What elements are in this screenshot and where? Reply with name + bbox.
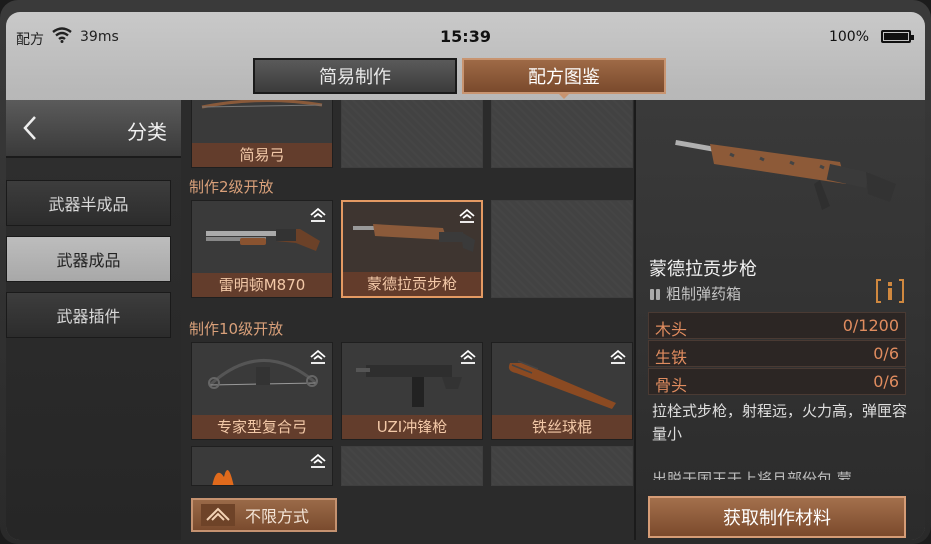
recipe-name: 蒙德拉贡步枪 [649, 259, 757, 280]
tab-label: 简易制作 [319, 67, 391, 88]
section-title-level10: 制作10级开放 [189, 320, 284, 338]
house-lock-icon [310, 207, 326, 222]
material-row: 骨头 0/6 [648, 368, 906, 395]
bow-icon [201, 100, 323, 109]
material-qty: 0/1200 [842, 316, 899, 335]
house-lock-icon [310, 349, 326, 364]
battery-icon [881, 30, 914, 43]
ammo-icon [650, 289, 660, 300]
recipe-remington-m870[interactable]: 雷明顿M870 [191, 200, 333, 298]
material-name: 生铁 [655, 348, 688, 367]
recipe-label: 雷明顿M870 [192, 273, 332, 297]
rifle-preview-image [675, 140, 896, 210]
main-panel: 分类 武器半成品 武器成品 武器插件 简易弓 制作2级开放 雷明顿M870 蒙德… [6, 100, 925, 540]
material-row: 木头 0/1200 [648, 312, 906, 339]
material-row: 生铁 0/6 [648, 340, 906, 367]
filter-icon [201, 504, 235, 526]
sidebar-item-weapons[interactable]: 武器成品 [6, 236, 171, 282]
filter-method-button[interactable]: 不限方式 [191, 498, 337, 532]
recipe-wire-bat[interactable]: 铁丝球棍 [491, 342, 633, 440]
recipe-uzi[interactable]: UZI冲锋枪 [341, 342, 483, 440]
recipe-label: 蒙德拉贡步枪 [343, 272, 481, 296]
sidebar-item-label: 武器成品 [56, 251, 121, 270]
category-sidebar: 分类 武器半成品 武器成品 武器插件 [6, 100, 181, 540]
tab-label: 配方图鉴 [528, 67, 600, 88]
house-lock-icon [610, 349, 626, 364]
material-qty: 0/6 [873, 344, 899, 363]
tab-recipe-book[interactable]: 配方图鉴 [462, 58, 666, 99]
recipe-label: 铁丝球棍 [492, 415, 632, 439]
recipe-compound-bow[interactable]: 专家型复合弓 [191, 342, 333, 440]
info-icon[interactable] [875, 278, 905, 304]
material-name: 木头 [655, 320, 688, 339]
section-title-level2: 制作2级开放 [189, 178, 274, 196]
recipe-description: 拉栓式步枪，射程远，火力高，弹匣容量小 [652, 402, 908, 443]
recipe-simple-bow[interactable]: 简易弓 [191, 100, 333, 168]
empty-slot [491, 446, 633, 486]
recipe-label: UZI冲锋枪 [342, 415, 482, 439]
recipe-mondragon-rifle[interactable]: 蒙德拉贡步枪 [341, 200, 483, 298]
recipe-label: 专家型复合弓 [192, 415, 332, 439]
clock: 15:39 [440, 27, 491, 46]
sidebar-item-label: 武器插件 [56, 307, 121, 326]
house-lock-icon [460, 349, 476, 364]
get-materials-label: 获取制作材料 [723, 508, 831, 529]
filter-label: 不限方式 [245, 507, 310, 526]
category-back-button[interactable]: 分类 [6, 100, 181, 158]
recipe-description-more: 出脱于国王于上将且部份包 蒙 [652, 470, 852, 480]
empty-slot [491, 100, 633, 168]
house-lock-icon [310, 453, 326, 468]
recipe-detail-panel: 蒙德拉贡步枪 粗制弹药箱 木头 0/1200 生铁 0/6 骨头 0/6 拉栓式… [634, 100, 925, 540]
sidebar-item-label: 武器半成品 [48, 195, 129, 214]
material-qty: 0/6 [873, 372, 899, 391]
empty-slot [341, 446, 483, 486]
recipe-label: 简易弓 [192, 143, 332, 167]
category-title: 分类 [127, 120, 167, 144]
material-name: 骨头 [655, 376, 688, 395]
ammo-type: 粗制弹药箱 [666, 285, 742, 303]
sidebar-item-weapon-parts[interactable]: 武器半成品 [6, 180, 171, 226]
status-bar: 配方 39ms 15:39 100% [6, 12, 925, 54]
recipe-fire-item[interactable] [191, 446, 333, 486]
game-screen: 配方 39ms 15:39 100% 简易制作 配方图鉴 分类 武器半成品 武器… [6, 12, 925, 540]
get-materials-button[interactable]: 获取制作材料 [648, 496, 906, 538]
sidebar-item-weapon-mods[interactable]: 武器插件 [6, 292, 171, 338]
mode-tabs: 简易制作 配方图鉴 [253, 58, 666, 99]
tab-simple-craft[interactable]: 简易制作 [253, 58, 457, 94]
house-lock-icon [459, 208, 475, 223]
empty-slot [491, 200, 633, 298]
device-frame: 配方 39ms 15:39 100% 简易制作 配方图鉴 分类 武器半成品 武器… [0, 0, 931, 544]
battery-percent: 100% [828, 29, 869, 45]
chevron-left-icon [23, 116, 36, 140]
recipe-grid[interactable]: 简易弓 制作2级开放 雷明顿M870 蒙德拉贡步枪 制作10级开放 专家型复合弓… [181, 100, 634, 540]
empty-slot [341, 100, 483, 168]
